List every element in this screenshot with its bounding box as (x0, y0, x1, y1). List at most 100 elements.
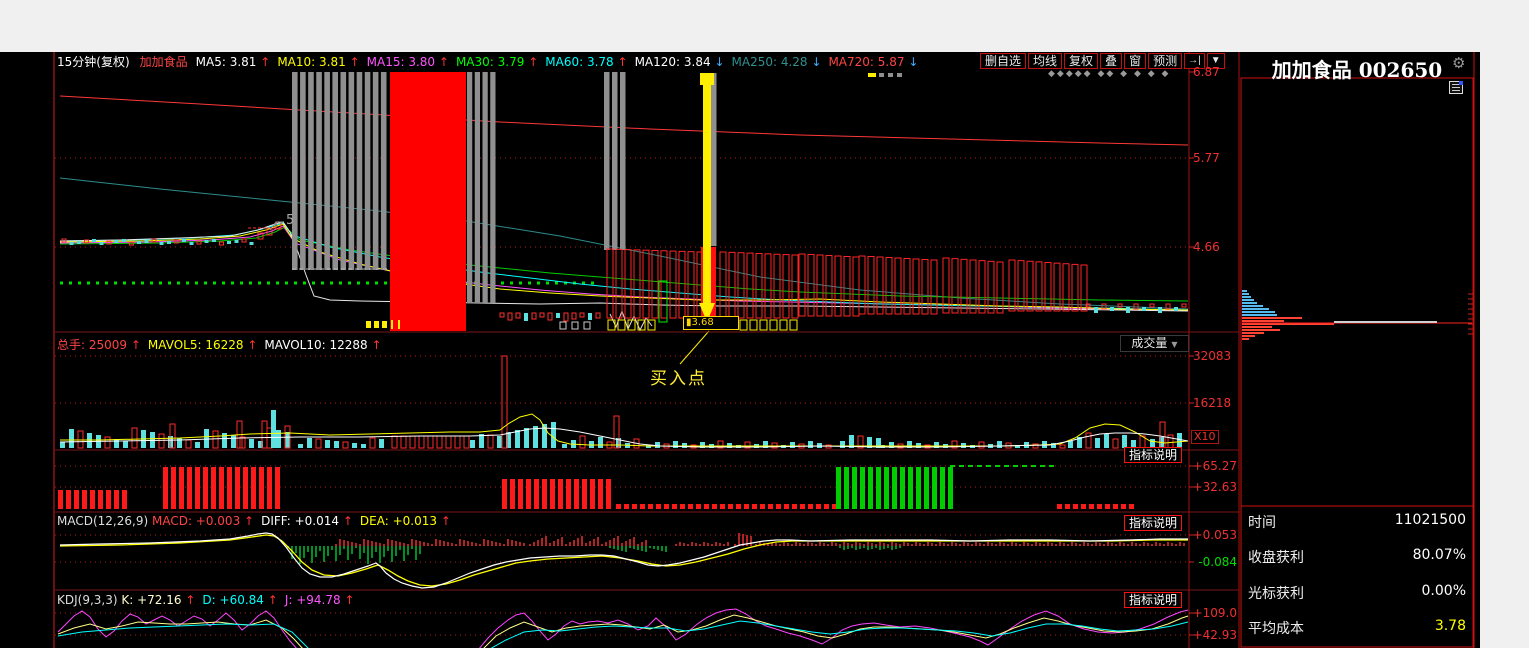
kdj-pane-header: KDJ(9,3,3) K: +72.16 ↑ D: +60.84 ↑ J: +94.… (57, 593, 362, 608)
indicator-help-button-3[interactable]: 指标说明 (1124, 592, 1182, 608)
kdj-stat-1: D: +60.84 ↑ (202, 593, 277, 607)
up-arrow-icon: ↑ (185, 593, 195, 607)
stat-row-3: 平均成本 3.78 (1248, 618, 1466, 634)
macd-stat-value: +0.013 (393, 514, 441, 528)
up-arrow-icon: ↑ (260, 55, 270, 69)
ma-item-1: MA10: 3.81 ↑ (277, 55, 359, 69)
kdj-stat-label: D: (202, 593, 219, 607)
volume-stat-label: MAVOL10: (264, 338, 329, 352)
ma-item-label: MA720: (828, 55, 877, 69)
toolbar-button-5[interactable]: 预测 (1148, 53, 1182, 69)
ma-item-value: 5.87 (878, 55, 909, 69)
toolbar-button-2[interactable]: 复权 (1064, 53, 1098, 69)
macd-stat-label: DEA: (360, 514, 393, 528)
ma-item-label: MA30: (456, 55, 498, 69)
stat-row-0: 时间11021500 (1248, 512, 1466, 528)
bar-count-marker: 5 (286, 213, 294, 228)
ma-item-value: 3.81 (319, 55, 350, 69)
ma-item-label: MA60: (545, 55, 587, 69)
ma-item-value: 3.78 (587, 55, 618, 69)
axis-label-+109.0: +109.0 (1186, 606, 1237, 620)
down-arrow-icon: ↓ (908, 55, 918, 69)
ma-item-label: MA10: (277, 55, 319, 69)
main-chart-info-bar: 15分钟(复权)加加食品MA5: 3.81 ↑MA10: 3.81 ↑MA15:… (57, 53, 925, 68)
volume-unit-label: X10 (1191, 430, 1219, 444)
kdj-stat-value: +72.16 (137, 593, 185, 607)
toolbar: 删自选均线复权叠窗预测→|▼ (978, 53, 1225, 69)
toolbar-button-0[interactable]: 删自选 (980, 53, 1026, 69)
indicator-selector-label: 成交量 (1131, 336, 1167, 350)
axis-label-+65.27: +65.27 (1186, 459, 1237, 473)
stat-label: 光标获利 (1248, 583, 1304, 599)
ma-item-value: 4.28 (781, 55, 812, 69)
up-arrow-icon: ↑ (350, 55, 360, 69)
kdj-title: KDJ(9,3,3) (57, 593, 118, 607)
volume-stat-value: 25009 (89, 338, 131, 352)
stat-value: 80.07% (1413, 547, 1466, 563)
kdj-stat-label: J: (285, 593, 296, 607)
down-arrow-icon: ↓ (811, 55, 821, 69)
ma-item-label: MA250: (732, 55, 781, 69)
stat-label: 时间 (1248, 512, 1276, 528)
up-arrow-icon: ↑ (441, 514, 451, 528)
indicator-help-button-2[interactable]: 指标说明 (1124, 515, 1182, 531)
volume-stat-2: MAVOL10: 12288 ↑ (264, 338, 381, 352)
axis-label-32083: 32083 (1193, 349, 1239, 363)
axis-label-16218: 16218 (1193, 396, 1239, 410)
stat-value: 3.78 (1435, 618, 1466, 634)
volume-stat-label: 总手: (57, 338, 89, 352)
up-arrow-icon: ↑ (618, 55, 628, 69)
axis-label-6.87: 6.87 (1193, 65, 1239, 79)
macd-pane-header: MACD(12,26,9) MACD: +0.003 ↑DIFF: +0.014… (57, 514, 458, 529)
macd-stat-value: +0.003 (196, 514, 244, 528)
ma-item-value: 3.80 (408, 55, 439, 69)
volume-stat-1: MAVOL5: 16228 ↑ (148, 338, 257, 352)
ma-item-6: MA250: 4.28 ↓ (732, 55, 822, 69)
ma-item-value: 3.79 (498, 55, 529, 69)
toolbar-button-4[interactable]: 窗 (1124, 53, 1146, 69)
stat-row-2: 光标获利0.00% (1248, 583, 1466, 599)
macd-stat-label: MACD: (152, 514, 196, 528)
up-arrow-icon: ↑ (528, 55, 538, 69)
ma-item-value: 3.84 (684, 55, 715, 69)
volume-stat-label: MAVOL5: (148, 338, 205, 352)
period-label: 15分钟(复权) (57, 55, 130, 69)
up-arrow-icon: ↑ (344, 593, 354, 607)
axis-label--0.084: -0.084 (1186, 555, 1237, 569)
indicator-selector[interactable]: 成交量 ▼ (1120, 335, 1189, 352)
ma-item-2: MA15: 3.80 ↑ (367, 55, 449, 69)
stat-label: 收盘获利 (1248, 547, 1304, 563)
ma-item-3: MA30: 3.79 ↑ (456, 55, 538, 69)
axis-label-5.77: 5.77 (1193, 151, 1239, 165)
price-tag: ▮3.68 (683, 316, 739, 330)
gear-icon[interactable]: ⚙ (1452, 54, 1465, 72)
axis-label-+0.053: +0.053 (1186, 528, 1237, 542)
stock-name-label: 加加食品 (140, 55, 188, 69)
up-arrow-icon: ↑ (371, 338, 381, 352)
macd-stat-2: DEA: +0.013 ↑ (360, 514, 451, 528)
ma-values: MA5: 3.81 ↑MA10: 3.81 ↑MA15: 3.80 ↑MA30:… (196, 55, 926, 69)
axis-label-+32.63: +32.63 (1186, 480, 1237, 494)
macd-stat-0: MACD: +0.003 ↑ (152, 514, 254, 528)
volume-stat-0: 总手: 25009 ↑ (57, 338, 141, 352)
volume-stat-value: 16228 (205, 338, 247, 352)
volume-pane-header: 总手: 25009 ↑MAVOL5: 16228 ↑MAVOL10: 12288… (57, 336, 389, 351)
note-icon[interactable] (1449, 81, 1463, 94)
up-arrow-icon: ↑ (244, 514, 254, 528)
macd-stat-label: DIFF: (261, 514, 295, 528)
indicator-help-button-1[interactable]: 指标说明 (1124, 447, 1182, 463)
ma-item-value: 3.81 (230, 55, 261, 69)
ma-item-4: MA60: 3.78 ↑ (545, 55, 627, 69)
toolbar-button-3[interactable]: 叠 (1100, 53, 1122, 69)
stat-label: 平均成本 (1248, 618, 1304, 634)
toolbar-button-1[interactable]: 均线 (1028, 53, 1062, 69)
axis-label-4.66: 4.66 (1193, 240, 1239, 254)
macd-stat-1: DIFF: +0.014 ↑ (261, 514, 353, 528)
chevron-down-icon: ▼ (1171, 340, 1177, 349)
ma-item-label: MA15: (367, 55, 409, 69)
ma-item-5: MA120: 3.84 ↓ (635, 55, 725, 69)
kdj-stat-value: +94.78 (296, 593, 344, 607)
up-arrow-icon: ↑ (439, 55, 449, 69)
kdj-stat-2: J: +94.78 ↑ (285, 593, 355, 607)
kdj-stat-label: K: (121, 593, 137, 607)
